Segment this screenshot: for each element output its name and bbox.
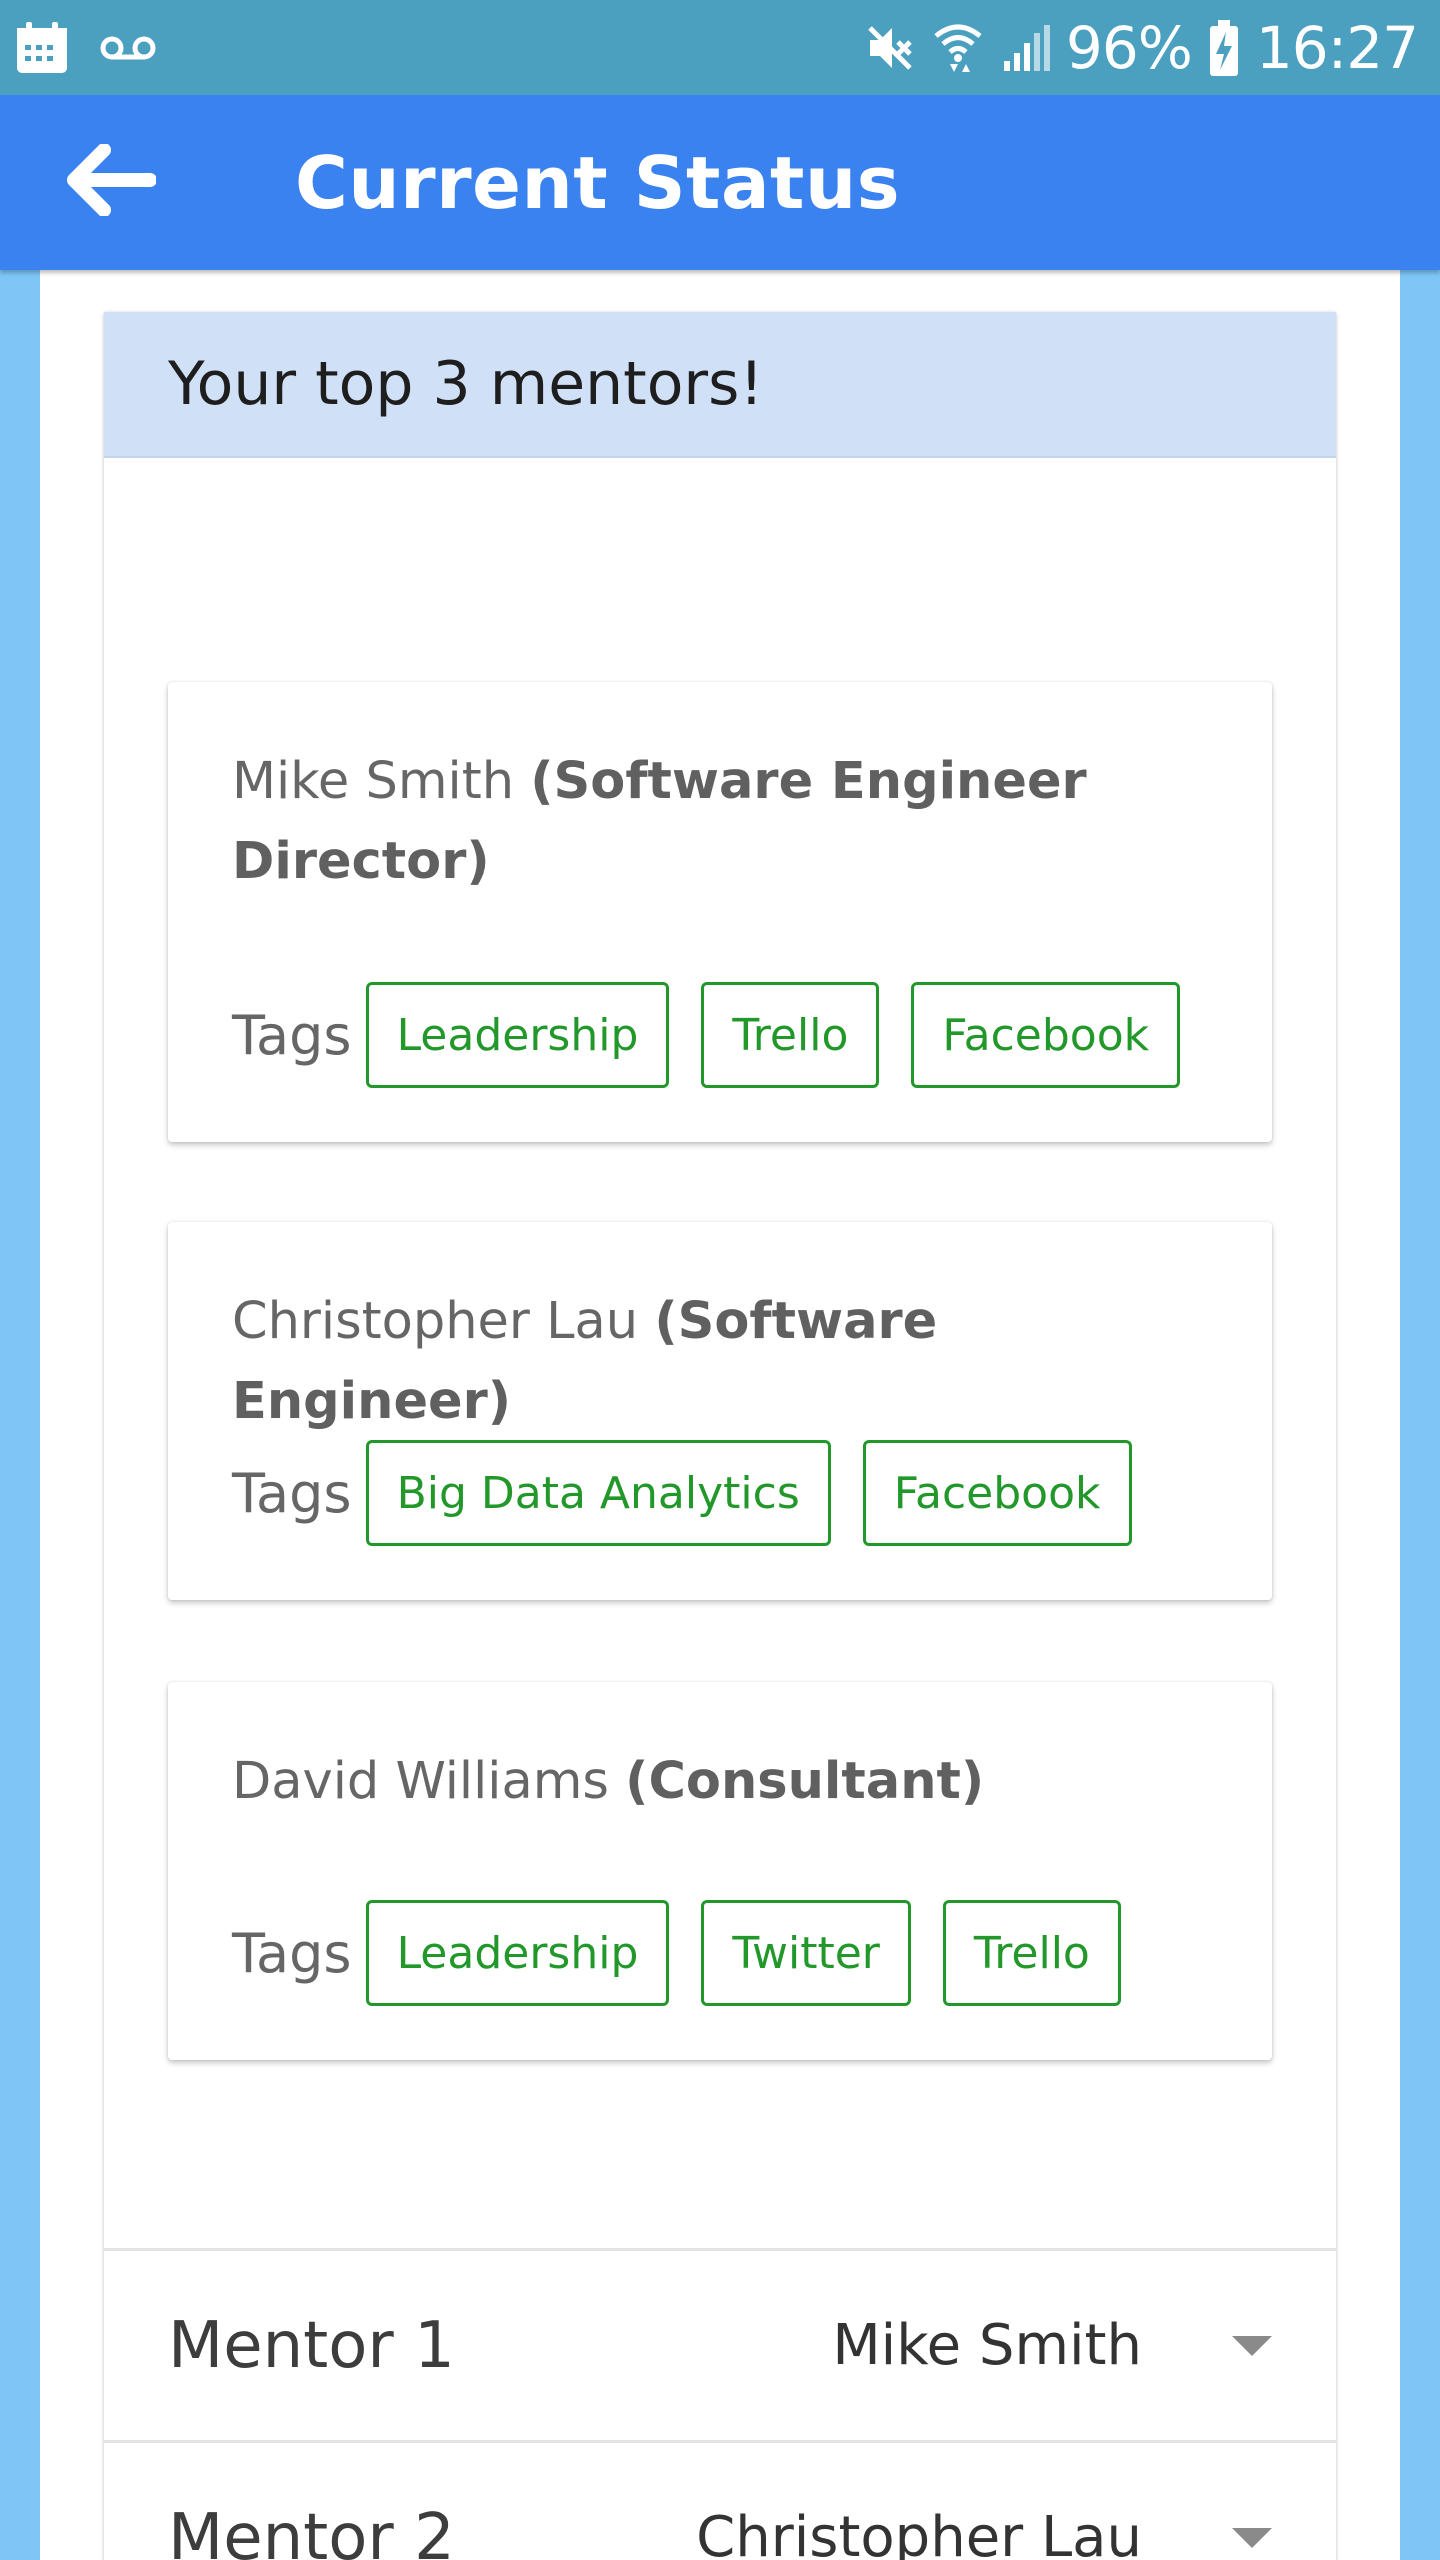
tag-chip[interactable]: Trello xyxy=(701,982,880,1088)
status-bar-left xyxy=(14,20,156,76)
mentor-1-label: Mentor 1 xyxy=(168,2308,455,2383)
tag-chip[interactable]: Facebook xyxy=(911,982,1181,1088)
battery-percent: 96% xyxy=(1065,13,1193,82)
tags-label: Tags xyxy=(232,1461,352,1525)
status-bar: 96% 16:27 xyxy=(0,0,1440,95)
mentor-heading: Mike Smith (Software Engineer Director) xyxy=(232,742,1208,902)
dropdown-caret-icon xyxy=(1232,2527,1272,2548)
mentor-card[interactable]: David Williams (Consultant) Tags Leaders… xyxy=(168,1682,1272,2060)
tag-chip[interactable]: Leadership xyxy=(365,982,670,1088)
mute-icon xyxy=(864,22,916,74)
tag-chip[interactable]: Leadership xyxy=(365,1900,670,2006)
mentor-heading: Christopher Lau (Software Engineer) xyxy=(232,1282,1208,1442)
voicemail-icon xyxy=(100,33,156,63)
app-bar: Current Status xyxy=(0,95,1440,270)
clock: 16:27 xyxy=(1255,13,1419,82)
status-bar-right: 96% 16:27 xyxy=(864,13,1419,82)
mentor-2-label: Mentor 2 xyxy=(168,2500,455,2560)
mentors-panel: Your top 3 mentors! Mike Smith (Software… xyxy=(104,312,1336,2560)
tag-chip[interactable]: Trello xyxy=(942,1900,1121,2006)
page-title: Current Status xyxy=(295,140,901,225)
calendar-icon xyxy=(14,20,70,76)
tags-label: Tags xyxy=(232,1003,352,1067)
battery-charging-icon xyxy=(1208,18,1240,78)
back-arrow-icon xyxy=(64,143,157,221)
mentor-2-select-row: Mentor 2 Christopher Lau xyxy=(104,2440,1336,2560)
mentor-name: Mike Smith xyxy=(232,752,515,811)
mentor-1-select-row: Mentor 1 Mike Smith xyxy=(104,2248,1336,2440)
back-button[interactable] xyxy=(55,128,165,238)
tags-row: Tags Leadership Twitter Trello xyxy=(232,1900,1153,2006)
mentor-name: Christopher Lau xyxy=(232,1292,639,1351)
mentor-card[interactable]: Mike Smith (Software Engineer Director) … xyxy=(168,682,1272,1142)
mentor-2-dropdown[interactable]: Christopher Lau xyxy=(696,2505,1272,2560)
panel-header: Your top 3 mentors! xyxy=(104,312,1336,458)
signal-icon xyxy=(1000,23,1050,73)
dropdown-caret-icon xyxy=(1232,2335,1272,2356)
wifi-icon xyxy=(932,20,984,76)
mentor-2-selected-value: Christopher Lau xyxy=(696,2505,1142,2560)
tag-chip[interactable]: Facebook xyxy=(862,1440,1132,1546)
mentor-name: David Williams xyxy=(232,1752,609,1811)
tags-row: Tags Leadership Trello Facebook xyxy=(232,982,1212,1088)
tags-row: Tags Big Data Analytics Facebook xyxy=(232,1440,1164,1546)
panel-title: Your top 3 mentors! xyxy=(168,349,764,419)
mentor-card[interactable]: Christopher Lau (Software Engineer) Tags… xyxy=(168,1222,1272,1600)
mentor-heading: David Williams (Consultant) xyxy=(232,1742,1208,1822)
tag-chip[interactable]: Big Data Analytics xyxy=(365,1440,831,1546)
mentor-1-dropdown[interactable]: Mike Smith xyxy=(832,2313,1272,2378)
tag-chip[interactable]: Twitter xyxy=(701,1900,911,2006)
tags-label: Tags xyxy=(232,1921,352,1985)
mentor-role: (Consultant) xyxy=(625,1752,985,1811)
content-sheet: Your top 3 mentors! Mike Smith (Software… xyxy=(40,270,1400,2560)
mentor-1-selected-value: Mike Smith xyxy=(832,2313,1142,2378)
